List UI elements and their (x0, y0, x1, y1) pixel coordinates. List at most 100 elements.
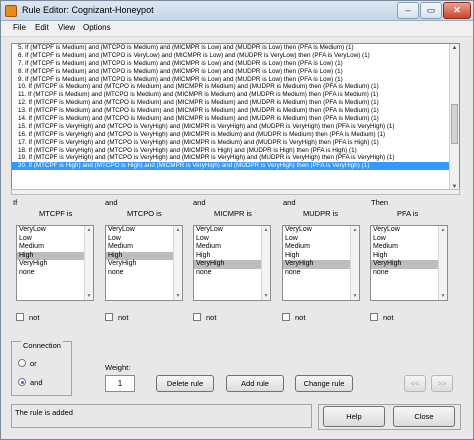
listbox-scrollbar[interactable]: ▲ ▼ (261, 226, 270, 300)
membership-option[interactable]: Low (106, 235, 182, 244)
membership-option[interactable]: Medium (194, 243, 270, 252)
listbox-scrollbar[interactable]: ▲ ▼ (84, 226, 93, 300)
rule-list-item[interactable]: 5. If (MTCPF is Medium) and (MTCPO is Me… (12, 44, 459, 52)
mtcpf-listbox[interactable]: VeryLow Low Medium High VeryHigh none ▲ ▼ (16, 225, 94, 301)
membership-option[interactable]: none (283, 269, 359, 278)
membership-option[interactable]: Medium (371, 243, 447, 252)
membership-option[interactable]: none (371, 269, 447, 278)
membership-option[interactable]: High (371, 252, 447, 261)
down-arrow-icon[interactable]: ▼ (439, 292, 447, 300)
rule-list-item[interactable]: 15. If (MTCPF is VeryHigh) and (MTCPO is… (12, 123, 459, 131)
membership-option[interactable]: VeryHigh (283, 260, 359, 269)
membership-option[interactable]: VeryLow (106, 226, 182, 235)
pfa-listbox[interactable]: VeryLow Low Medium High VeryHigh none ▲ ▼ (370, 225, 448, 301)
scroll-thumb[interactable] (451, 104, 458, 144)
help-button[interactable]: Help (323, 406, 385, 427)
membership-option[interactable]: VeryHigh (17, 260, 93, 269)
down-arrow-icon[interactable]: ▼ (85, 292, 93, 300)
membership-option[interactable]: High (106, 251, 182, 260)
up-arrow-icon[interactable]: ▲ (439, 226, 447, 234)
rule-list-item[interactable]: 9. If (MTCPF is Medium) and (MTCPO is Me… (12, 76, 459, 84)
mtcpf-not-checkbox[interactable] (16, 313, 24, 321)
rule-list-item[interactable]: 19. If (MTCPF is VeryHigh) and (MTCPO is… (12, 154, 459, 162)
rule-list-item[interactable]: 8. If (MTCPF is Medium) and (MTCPO is Me… (12, 68, 459, 76)
membership-option[interactable]: Medium (106, 243, 182, 252)
mudpr-listbox[interactable]: VeryLow Low Medium High VeryHigh none ▲ ▼ (282, 225, 360, 301)
membership-option[interactable]: High (283, 252, 359, 261)
menu-file[interactable]: File (13, 23, 26, 32)
previous-button[interactable]: << (404, 375, 426, 392)
up-arrow-icon[interactable]: ▲ (174, 226, 182, 234)
or-radio[interactable] (18, 359, 26, 367)
up-arrow-icon[interactable]: ▲ (85, 226, 93, 234)
scroll-up-arrow-icon[interactable]: ▲ (450, 44, 459, 53)
mtcpo-not-checkbox[interactable] (105, 313, 113, 321)
membership-option[interactable]: VeryHigh (106, 260, 182, 269)
down-arrow-icon[interactable]: ▼ (351, 292, 359, 300)
membership-option[interactable]: VeryLow (17, 226, 93, 235)
listbox-scrollbar[interactable]: ▲ ▼ (173, 226, 182, 300)
membership-option[interactable]: none (194, 269, 270, 278)
membership-option[interactable]: Low (283, 235, 359, 244)
add-rule-button[interactable]: Add rule (226, 375, 284, 392)
membership-option[interactable]: VeryHigh (371, 260, 447, 269)
membership-option[interactable]: High (17, 251, 93, 260)
listbox-scrollbar[interactable]: ▲ ▼ (350, 226, 359, 300)
weight-label: Weight: (105, 363, 131, 372)
rules-container: 5. If (MTCPF is Medium) and (MTCPO is Me… (12, 44, 459, 171)
delete-rule-button[interactable]: Delete rule (156, 375, 214, 392)
membership-option[interactable]: none (106, 269, 182, 278)
down-arrow-icon[interactable]: ▼ (174, 292, 182, 300)
rule-list-item[interactable]: 20. If (MTCPF is High) and (MTCPO is Hig… (12, 162, 459, 171)
window-title: Rule Editor: Cognizant-Honeypot (22, 5, 154, 15)
membership-option[interactable]: VeryLow (283, 226, 359, 235)
membership-option[interactable]: VeryHigh (194, 260, 270, 269)
micmpr-listbox[interactable]: VeryLow Low Medium High VeryHigh none ▲ ▼ (193, 225, 271, 301)
rule-list-item[interactable]: 6. If (MTCPF is Medium) and (MTCPO is Ve… (12, 52, 459, 60)
membership-option[interactable]: Medium (17, 243, 93, 252)
rule-list-item[interactable]: 11. If (MTCPF is Medium) and (MTCPO is M… (12, 91, 459, 99)
membership-option[interactable]: Low (17, 235, 93, 244)
rules-vertical-scrollbar[interactable]: ▲ ▼ (449, 44, 459, 192)
up-arrow-icon[interactable]: ▲ (351, 226, 359, 234)
mudpr-not-checkbox[interactable] (282, 313, 290, 321)
rule-list-item[interactable]: 14. If (MTCPF is Medium) and (MTCPO is M… (12, 115, 459, 123)
menu-options[interactable]: Options (83, 23, 111, 32)
rule-list-item[interactable]: 12. If (MTCPF is Medium) and (MTCPO is M… (12, 99, 459, 107)
mtcpo-listbox[interactable]: VeryLow Low Medium High VeryHigh none ▲ ▼ (105, 225, 183, 301)
maximize-button[interactable]: ▭ (420, 2, 442, 19)
menu-view[interactable]: View (58, 23, 75, 32)
rule-list-item[interactable]: 17. If (MTCPF is VeryHigh) and (MTCPO is… (12, 139, 459, 147)
rule-list-item[interactable]: 16. If (MTCPF is VeryHigh) and (MTCPO is… (12, 131, 459, 139)
membership-option[interactable]: Low (371, 235, 447, 244)
membership-option[interactable]: High (194, 252, 270, 261)
next-button[interactable]: >> (431, 375, 453, 392)
rule-list-item[interactable]: 13. If (MTCPF is Medium) and (MTCPO is M… (12, 107, 459, 115)
title-bar: Rule Editor: Cognizant-Honeypot – ▭ ✕ (1, 1, 473, 21)
membership-option[interactable]: Medium (283, 243, 359, 252)
rule-list-item[interactable]: 18. If (MTCPF is VeryHigh) and (MTCPO is… (12, 147, 459, 155)
rule-list-item[interactable]: 7. If (MTCPF is Medium) and (MTCPO is Me… (12, 60, 459, 68)
down-arrow-icon[interactable]: ▼ (262, 292, 270, 300)
and-radio[interactable] (18, 378, 26, 386)
pfa-not-checkbox[interactable] (370, 313, 378, 321)
not-label: not (206, 313, 217, 322)
up-arrow-icon[interactable]: ▲ (262, 226, 270, 234)
weight-input[interactable]: 1 (105, 375, 135, 392)
membership-option[interactable]: VeryLow (371, 226, 447, 235)
membership-option[interactable]: VeryLow (194, 226, 270, 235)
rule-list-item[interactable]: 10. If (MTCPF is Medium) and (MTCPO is M… (12, 83, 459, 91)
micmpr-not-checkbox[interactable] (193, 313, 201, 321)
close-button[interactable]: Close (393, 406, 455, 427)
membership-option[interactable]: Low (194, 235, 270, 244)
rules-listbox[interactable]: 5. If (MTCPF is Medium) and (MTCPO is Me… (11, 43, 460, 193)
connection-title: Connection (21, 341, 63, 350)
change-rule-button[interactable]: Change rule (295, 375, 353, 392)
menu-edit[interactable]: Edit (35, 23, 49, 32)
listbox-scrollbar[interactable]: ▲ ▼ (438, 226, 447, 300)
not-label: not (295, 313, 306, 322)
membership-option[interactable]: none (17, 269, 93, 278)
rules-horizontal-scrollbar[interactable] (11, 189, 460, 195)
close-window-button[interactable]: ✕ (443, 2, 471, 19)
minimize-button[interactable]: – (397, 2, 419, 19)
